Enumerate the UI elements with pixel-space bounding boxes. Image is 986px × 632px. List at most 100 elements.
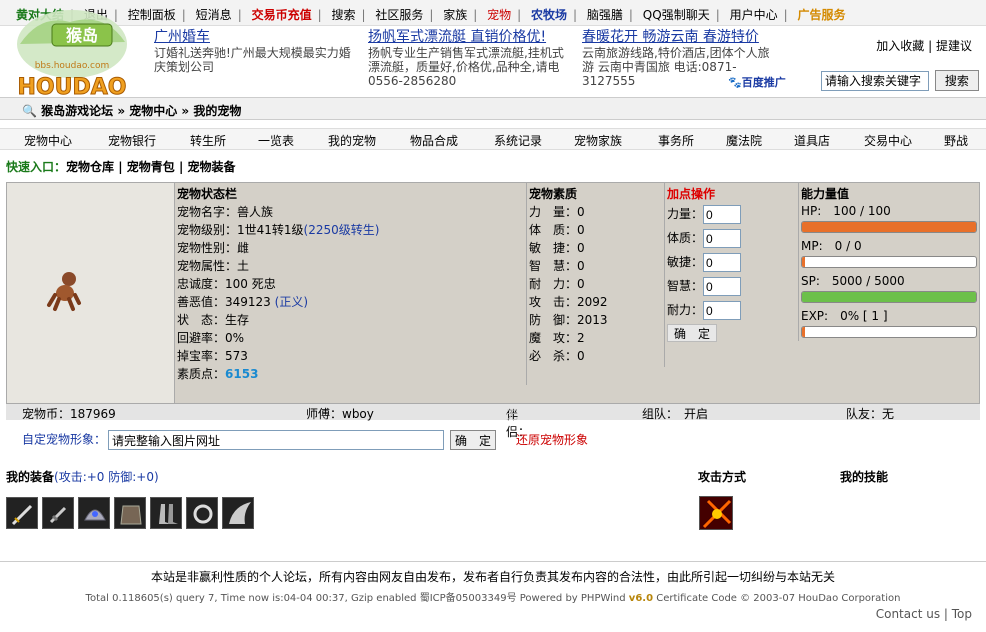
footer-info: Total 0.118605(s) query 7, Time now is:0… — [0, 589, 986, 604]
add-constitution-row: 体质： — [667, 226, 796, 250]
status-karma: 善恶值：349123 — [177, 295, 271, 309]
status-gender: 宠物性别：雌 — [177, 241, 250, 255]
quick-link-equipment[interactable]: 宠物装备 — [188, 160, 236, 174]
custom-avatar-url-input[interactable] — [108, 430, 445, 450]
search-box: 搜索 — [821, 70, 979, 91]
equipment-title: 我的装备 — [6, 470, 55, 484]
menu-item-messages[interactable]: 短消息 — [196, 8, 232, 22]
equipment-header: 我的装备(攻击:+0 防御:+0) — [6, 468, 159, 485]
footer-stats: Total 0.118605(s) query 7, Time now is:0… — [85, 593, 626, 604]
nav-item-pet-bank[interactable]: 宠物银行 — [108, 132, 156, 149]
nav-item-pet-family[interactable]: 宠物家族 — [574, 132, 622, 149]
add-constitution-label: 体质： — [667, 231, 704, 245]
menu-item-user-center[interactable]: 用户中心 — [730, 8, 778, 22]
nav-item-rebirth[interactable]: 转生所 — [190, 132, 226, 149]
breadcrumb-text[interactable]: 猴岛游戏论坛 » 宠物中心 » 我的宠物 — [41, 104, 241, 118]
status-loyalty: 忠诚度：100 死忠 — [177, 277, 276, 291]
dagger-icon[interactable] — [42, 497, 74, 529]
nav-item-pet-center[interactable]: 宠物中心 — [24, 132, 72, 149]
rebirth-level-link[interactable]: (2250级转生) — [304, 223, 380, 237]
menu-item-family[interactable]: 家族 — [443, 8, 467, 22]
exp-label: EXP: 0% [ 1 ] — [801, 309, 888, 323]
exp-bar-fill — [802, 327, 805, 337]
nav-item-my-pet[interactable]: 我的宠物 — [328, 132, 376, 149]
status-name: 宠物名字：兽人族 — [177, 205, 274, 219]
status-points-row: 素质点：6153 — [177, 365, 524, 383]
quality-critical: 必 杀：0 — [529, 349, 585, 363]
footer-version: v6.0 — [628, 593, 654, 604]
nav-item-field-battle[interactable]: 野战 — [944, 132, 968, 149]
add-strength-input[interactable] — [703, 205, 742, 224]
status-karma-row: 善恶值：349123 (正义) — [177, 293, 524, 311]
menu-item-qq-chat[interactable]: QQ强制聊天 — [643, 8, 710, 22]
status-title: 宠物状态栏 — [177, 187, 238, 201]
nav-item-item-shop[interactable]: 道具店 — [794, 132, 830, 149]
mp-bar — [801, 256, 977, 268]
sword-icon[interactable] — [6, 497, 38, 529]
justice-link[interactable]: (正义) — [275, 295, 308, 309]
menu-item-recharge[interactable]: 交易币充值 — [252, 8, 312, 22]
ad-title[interactable]: 扬帆军式漂流艇 直销价格优! — [368, 30, 568, 44]
quick-link-warehouse[interactable]: 宠物仓库 — [66, 160, 114, 174]
add-endurance-input[interactable] — [703, 301, 742, 320]
quality-agility: 敏 捷：0 — [529, 241, 585, 255]
sp-bar — [801, 291, 977, 303]
paw-icon: 🐾 — [728, 76, 742, 89]
quality-attack: 攻 击：2092 — [529, 295, 608, 309]
quick-link-bag[interactable]: 宠物青包 — [127, 160, 175, 174]
sp-label: SP: 5000 / 5000 — [801, 274, 905, 288]
menu-item-pet[interactable]: 宠物 — [487, 8, 511, 22]
site-logo[interactable]: 猴岛 bbs.houdao.com HOUDAO — [10, 4, 135, 101]
menu-item-search[interactable]: 搜索 — [331, 8, 355, 22]
ad-title[interactable]: 春暖花开 畅游云南 春游特价 — [582, 30, 772, 44]
nav-item-synthesis[interactable]: 物品合成 — [410, 132, 458, 149]
add-points-confirm-button[interactable]: 确 定 — [667, 324, 717, 342]
armor-icon[interactable] — [114, 497, 146, 529]
attack-mode-icon[interactable] — [699, 496, 733, 530]
mp-label: MP: 0 / 0 — [801, 239, 862, 253]
footer-divider — [0, 561, 986, 562]
add-favorite-link[interactable]: 加入收藏 — [876, 39, 924, 53]
nav-item-trade[interactable]: 交易中心 — [864, 132, 912, 149]
search-button[interactable]: 搜索 — [934, 70, 979, 91]
add-points-panel: 加点操作 力量： 体质： 敏捷： 智慧： 耐力： 确 定 — [665, 183, 799, 342]
custom-avatar-confirm-button[interactable]: 确 定 — [450, 430, 497, 450]
helmet-icon[interactable] — [78, 497, 110, 529]
ability-title: 能力量值 — [801, 187, 850, 201]
menu-item-ad-service[interactable]: 广告服务 — [797, 8, 845, 22]
restore-avatar-link[interactable]: 还原宠物形象 — [516, 433, 588, 447]
nav-item-magic[interactable]: 魔法院 — [726, 132, 762, 149]
sp-bar-fill — [802, 292, 976, 302]
menu-item-brain[interactable]: 脑强膳 — [587, 8, 623, 22]
nav-item-overview[interactable]: 一览表 — [258, 132, 294, 149]
suggest-link[interactable]: 提建议 — [936, 39, 972, 53]
add-agility-input[interactable] — [703, 253, 742, 272]
svg-text:bbs.houdao.com: bbs.houdao.com — [35, 61, 110, 71]
nav-item-office[interactable]: 事务所 — [658, 132, 694, 149]
pet-status-panel: 宠物状态栏 宠物名字：兽人族 宠物级别：1世41转1级(2250级转生) 宠物性… — [175, 183, 527, 385]
nav-item-records[interactable]: 系统记录 — [494, 132, 542, 149]
boots-icon[interactable] — [150, 497, 182, 529]
teammate: 队友：无 — [846, 407, 895, 421]
ad-block-1[interactable]: 广州婚车 订婚礼送奔驰!广州最大规模最实力婚庆策划公司 — [154, 30, 359, 74]
baidu-promo[interactable]: 🐾百度推广 — [728, 74, 786, 90]
ad-block-2[interactable]: 扬帆军式漂流艇 直销价格优! 扬帆专业生产销售军式漂流艇,挂机式漂流艇，质量好,… — [368, 30, 568, 88]
hp-bar-fill — [802, 222, 976, 232]
breadcrumb: 🔍 猴岛游戏论坛 » 宠物中心 » 我的宠物 — [0, 97, 986, 120]
menu-item-farm[interactable]: 农牧场 — [531, 8, 567, 22]
contact-link[interactable]: Contact us — [876, 607, 940, 621]
quick-entry: 快速入口：宠物仓库 | 宠物青包 | 宠物装备 — [6, 160, 236, 174]
search-input[interactable] — [821, 70, 929, 91]
ring-icon[interactable] — [186, 497, 218, 529]
pet-sprite-icon — [47, 272, 81, 311]
ad-title[interactable]: 广州婚车 — [154, 30, 359, 44]
add-constitution-input[interactable] — [703, 229, 742, 248]
hp-label: HP: 100 / 100 — [801, 204, 891, 218]
pet-panel: 宠物状态栏 宠物名字：兽人族 宠物级别：1世41转1级(2250级转生) 宠物性… — [6, 182, 980, 404]
footer-copyright: Certificate Code © 2003-07 HouDao Corpor… — [656, 593, 901, 604]
top-link[interactable]: Top — [952, 607, 972, 621]
pet-quality-panel: 宠物素质 力 量：0 体 质：0 敏 捷：0 智 慧：0 耐 力：0 攻 击：2… — [527, 183, 665, 367]
menu-item-community[interactable]: 社区服务 — [375, 8, 423, 22]
add-wisdom-input[interactable] — [703, 277, 742, 296]
wing-icon[interactable] — [222, 497, 254, 529]
